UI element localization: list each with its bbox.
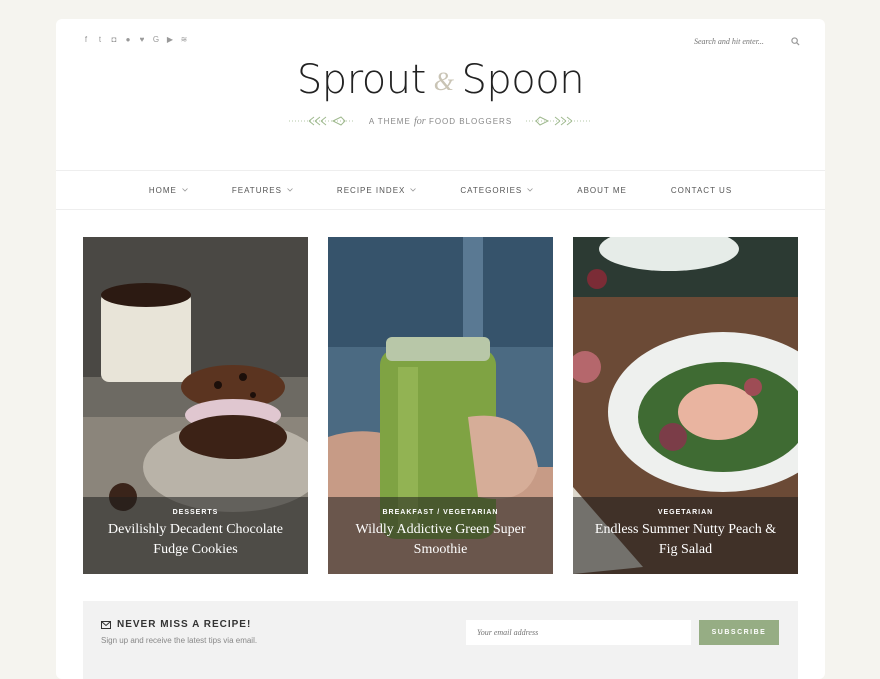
chevron-down-icon — [410, 188, 417, 192]
post-overlay: DESSERTS Devilishly Decadent Chocolate F… — [83, 497, 308, 574]
chevron-down-icon — [182, 188, 188, 192]
envelope-icon — [101, 620, 111, 629]
logo-word-left: Sprout — [296, 57, 426, 103]
subscribe-button[interactable]: SUBSCRIBE — [699, 620, 779, 645]
nav-item-contact-us[interactable]: CONTACT US — [671, 186, 732, 195]
featured-post-card[interactable]: BREAKFAST / VEGETARIAN Wildly Addictive … — [328, 237, 553, 574]
nav-item-about-me[interactable]: ABOUT ME — [577, 186, 627, 195]
page: f t ◘ ● ♥ G ▶ ≋ Sprout&Spoon A THEME for… — [56, 19, 825, 679]
twitter-icon[interactable]: t — [96, 36, 104, 44]
search-icon[interactable] — [791, 36, 800, 46]
nav-item-categories[interactable]: CATEGORIES — [460, 186, 534, 195]
post-overlay: VEGETARIAN Endless Summer Nutty Peach & … — [573, 497, 798, 574]
heart-icon[interactable]: ♥ — [138, 36, 146, 44]
post-title[interactable]: Wildly Addictive Green Super Smoothie — [328, 520, 553, 560]
chevron-down-icon — [527, 188, 534, 192]
newsletter-signup: NEVER MISS A RECIPE! Sign up and receive… — [83, 601, 798, 679]
google-plus-icon[interactable]: G — [152, 36, 160, 44]
post-categories[interactable]: DESSERTS — [83, 509, 308, 516]
email-field[interactable] — [466, 620, 691, 645]
post-categories[interactable]: VEGETARIAN — [573, 509, 798, 516]
logo-ampersand: & — [433, 67, 454, 96]
sprig-left-icon — [288, 116, 355, 126]
search-input[interactable] — [694, 36, 774, 46]
chevron-down-icon — [287, 188, 293, 192]
post-overlay: BREAKFAST / VEGETARIAN Wildly Addictive … — [328, 497, 553, 574]
instagram-icon[interactable]: ◘ — [110, 36, 118, 44]
newsletter-heading: NEVER MISS A RECIPE! — [101, 619, 251, 630]
pinterest-icon[interactable]: ● — [124, 36, 132, 44]
post-title[interactable]: Endless Summer Nutty Peach & Fig Salad — [573, 520, 798, 560]
site-tagline: A THEME for FOOD BLOGGERS — [56, 114, 825, 128]
nav-item-features[interactable]: FEATURES — [232, 186, 293, 195]
site-logo[interactable]: Sprout & Spoon — [56, 57, 825, 103]
newsletter-subtext: Sign up and receive the latest tips via … — [101, 636, 258, 645]
search-box — [694, 32, 800, 50]
logo-word-right: Spoon — [461, 57, 585, 103]
youtube-icon[interactable]: ▶ — [166, 36, 174, 44]
social-links: f t ◘ ● ♥ G ▶ ≋ — [82, 36, 188, 44]
rss-icon[interactable]: ≋ — [180, 36, 188, 44]
post-title[interactable]: Devilishly Decadent Chocolate Fudge Cook… — [83, 520, 308, 560]
nav-item-recipe-index[interactable]: RECIPE INDEX — [337, 186, 417, 195]
site-header: f t ◘ ● ♥ G ▶ ≋ Sprout&Spoon A THEME for… — [56, 19, 825, 170]
sprig-right-icon — [526, 116, 593, 126]
featured-post-card[interactable]: VEGETARIAN Endless Summer Nutty Peach & … — [573, 237, 798, 574]
nav-item-home[interactable]: HOME — [149, 186, 188, 195]
tagline-text: A THEME for FOOD BLOGGERS — [368, 115, 513, 127]
post-categories[interactable]: BREAKFAST / VEGETARIAN — [328, 509, 553, 516]
featured-post-card[interactable]: DESSERTS Devilishly Decadent Chocolate F… — [83, 237, 308, 574]
facebook-icon[interactable]: f — [82, 36, 90, 44]
featured-posts: DESSERTS Devilishly Decadent Chocolate F… — [83, 237, 798, 574]
main-nav: HOME FEATURES RECIPE INDEX CATEGORIES AB… — [56, 170, 825, 210]
